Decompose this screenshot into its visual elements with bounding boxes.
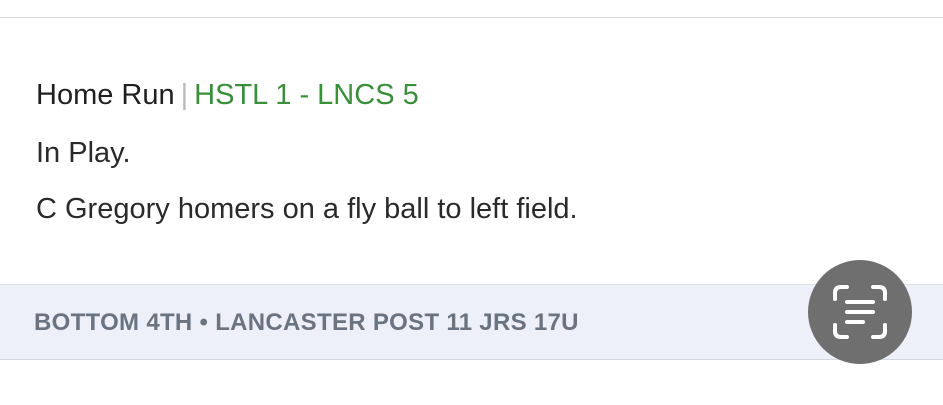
play-score: HSTL 1 - LNCS 5 — [194, 79, 419, 111]
live-text-icon — [833, 285, 887, 339]
play-event-type: Home Run — [36, 79, 175, 111]
inning-context-bar: BOTTOM 4TH • LANCASTER POST 11 JRS 17U — [0, 284, 943, 360]
play-headline: Home Run | HSTL 1 - LNCS 5 — [36, 74, 896, 116]
inning-context-text: BOTTOM 4TH • LANCASTER POST 11 JRS 17U — [34, 309, 579, 336]
headline-separator: | — [180, 79, 189, 111]
live-text-button[interactable] — [808, 260, 912, 364]
top-divider — [0, 17, 943, 18]
play-card: Home Run | HSTL 1 - LNCS 5 In Play. C Greg… — [36, 74, 896, 230]
play-description: C Gregory homers on a fly ball to left f… — [36, 193, 578, 225]
play-status: In Play. — [36, 137, 131, 169]
